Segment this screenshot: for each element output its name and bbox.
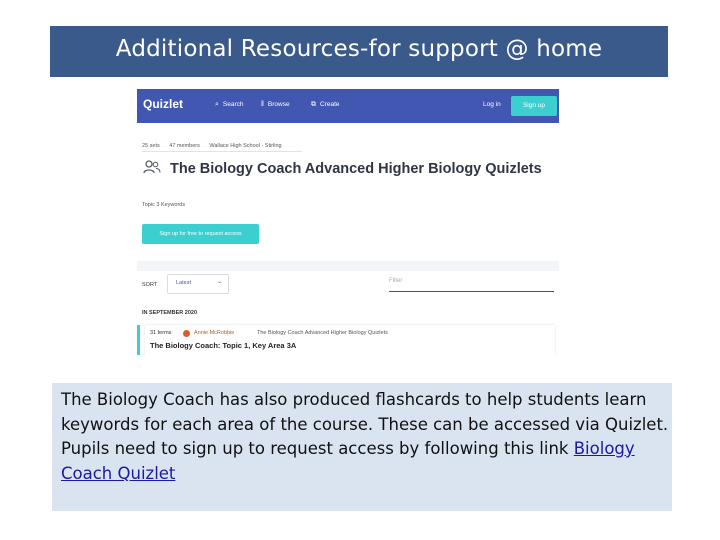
school-name[interactable]: Wallace High School - Stirling bbox=[209, 143, 281, 149]
divider bbox=[142, 151, 302, 152]
set-author[interactable]: Annie McRobbie bbox=[194, 330, 234, 336]
nav-search[interactable]: ⌕ Search bbox=[215, 101, 244, 109]
nav-search-label: Search bbox=[222, 101, 244, 108]
request-access-button[interactable]: Sign up for free to request access bbox=[142, 224, 259, 244]
search-icon: ⌕ bbox=[215, 101, 219, 108]
description-text: The Biology Coach has also produced flas… bbox=[61, 388, 671, 486]
quizlet-navbar: Quizlet ⌕ Search ‖ Browse ⧉ Create Log in S… bbox=[137, 89, 559, 123]
class-meta: 25 sets 47 members Wallace High School -… bbox=[142, 143, 290, 149]
class-title: The Biology Coach Advanced Higher Biolog… bbox=[170, 161, 542, 177]
quizlet-screenshot: Quizlet ⌕ Search ‖ Browse ⧉ Create Log in S… bbox=[137, 89, 559, 355]
chevron-down-icon: ⌄ bbox=[216, 278, 222, 285]
nav-browse[interactable]: ‖ Browse bbox=[261, 101, 290, 108]
signup-button[interactable]: Sign up bbox=[511, 96, 557, 116]
description-box: The Biology Coach has also produced flas… bbox=[52, 383, 672, 511]
slide-title-bar: Additional Resources-for support @ home bbox=[50, 26, 668, 77]
members-count[interactable]: 47 members bbox=[169, 143, 200, 149]
month-heading: IN SEPTEMBER 2020 bbox=[142, 310, 198, 316]
set-title[interactable]: The Biology Coach: Topic 1, Key Area 3A bbox=[150, 341, 296, 350]
set-terms: 31 terms bbox=[150, 330, 172, 336]
filter-input[interactable]: Filter bbox=[389, 278, 402, 284]
login-link[interactable]: Log in bbox=[483, 101, 501, 108]
filter-underline bbox=[389, 291, 554, 292]
sort-label: SORT bbox=[142, 282, 158, 288]
set-class: The Biology Coach Advanced Higher Biolog… bbox=[257, 330, 388, 336]
accent-strip bbox=[137, 325, 140, 355]
avatar bbox=[183, 330, 190, 337]
sort-select[interactable]: Latest ⌄ bbox=[167, 274, 229, 294]
sort-value: Latest bbox=[176, 280, 191, 286]
nav-create[interactable]: ⧉ Create bbox=[311, 101, 340, 109]
create-icon: ⧉ bbox=[311, 101, 316, 108]
class-topic: Topic 3 Keywords bbox=[142, 202, 186, 208]
slide-title: Additional Resources-for support @ home bbox=[115, 36, 603, 62]
quizlet-logo[interactable]: Quizlet bbox=[143, 97, 183, 111]
sets-count: 25 sets bbox=[142, 143, 160, 149]
nav-browse-label: Browse bbox=[267, 101, 290, 108]
nav-create-label: Create bbox=[320, 101, 340, 108]
section-band bbox=[137, 261, 559, 271]
set-card[interactable]: 31 terms Annie McRobbie The Biology Coac… bbox=[145, 325, 555, 355]
browse-icon: ‖ bbox=[261, 101, 264, 108]
